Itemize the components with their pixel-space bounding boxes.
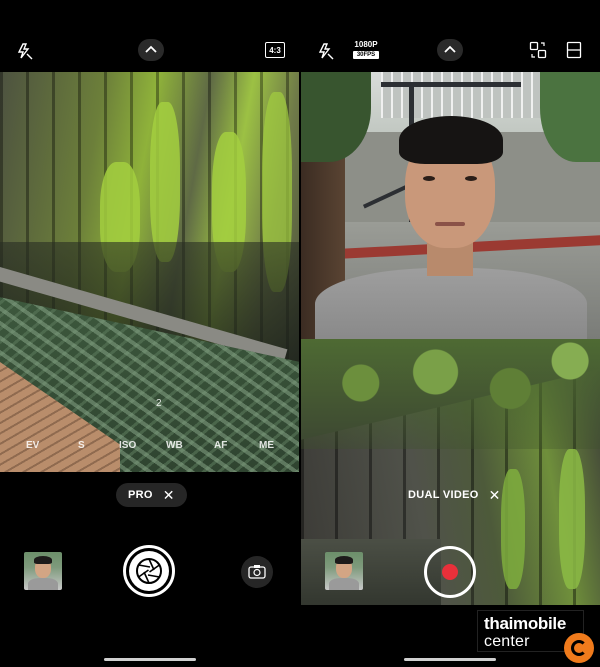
gallery-thumbnail[interactable]	[24, 552, 62, 590]
shutter-button[interactable]	[123, 545, 175, 597]
top-bar: 1080P 30FPS	[301, 0, 600, 72]
record-icon	[442, 564, 458, 580]
watermark-line1: thaimobile	[484, 614, 567, 633]
fps-label: 30FPS	[353, 51, 379, 59]
aspect-ratio-label: 4:3	[265, 42, 285, 58]
chevron-up-icon[interactable]	[137, 38, 165, 62]
close-icon[interactable]: ✕	[163, 487, 175, 504]
home-indicator[interactable]	[104, 658, 196, 661]
front-camera-view[interactable]	[301, 72, 600, 339]
pro-metering-control[interactable]: ME	[259, 440, 274, 451]
reflecting-pool	[301, 539, 441, 605]
split-view-icon[interactable]	[563, 39, 585, 61]
mode-chip-label: DUAL VIDEO	[408, 489, 479, 501]
gallery-thumbnail[interactable]	[325, 552, 363, 590]
pro-iso-control[interactable]: ISO	[119, 440, 136, 451]
top-bar: 4:3	[0, 0, 299, 72]
chevron-up-icon[interactable]	[436, 38, 464, 62]
flash-off-icon[interactable]	[315, 40, 337, 62]
dual-video-mode-chip: DUAL VIDEO ✕	[396, 483, 513, 507]
pro-white-balance-control[interactable]: WB	[166, 440, 183, 451]
pro-camera-screen: 4:3 2 EV S ISO WB AF ME PRO ✕	[0, 0, 299, 667]
close-icon[interactable]: ✕	[489, 487, 501, 504]
pro-autofocus-control[interactable]: AF	[214, 440, 227, 451]
aperture-icon	[129, 551, 169, 591]
pro-shutter-speed-control[interactable]: S	[78, 440, 85, 451]
viewfinder[interactable]	[0, 72, 299, 472]
resolution-label: 1080P	[354, 40, 378, 49]
mode-chip-label: PRO	[128, 489, 153, 501]
aspect-ratio-button[interactable]: 4:3	[264, 40, 286, 60]
record-button[interactable]	[424, 546, 476, 598]
watermark-mark-icon	[564, 633, 594, 663]
watermark-line2: center	[484, 633, 530, 650]
person-shirt	[315, 268, 587, 339]
pro-ev-control[interactable]: EV	[26, 440, 39, 451]
home-indicator[interactable]	[404, 658, 496, 661]
flash-off-icon[interactable]	[14, 40, 36, 62]
person-hair	[399, 116, 503, 164]
layout-swap-icon[interactable]	[527, 39, 549, 61]
resolution-badge[interactable]: 1080P 30FPS	[353, 40, 379, 62]
pro-mode-chip: PRO ✕	[116, 483, 187, 507]
pro-controls: EV S ISO WB AF ME	[0, 440, 299, 454]
moss-patch	[150, 102, 180, 262]
switch-camera-icon[interactable]	[241, 556, 273, 588]
dual-video-screen: 1080P 30FPS DUAL VIDEO ✕	[301, 0, 600, 667]
hanging-vines	[301, 339, 600, 449]
pro-value-indicator: 2	[156, 398, 162, 409]
